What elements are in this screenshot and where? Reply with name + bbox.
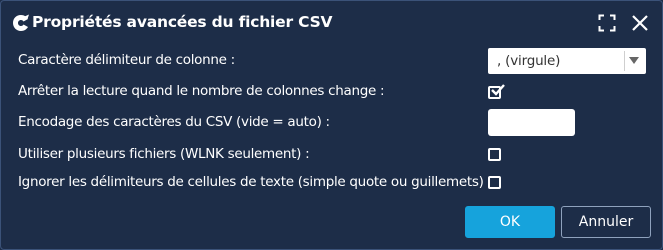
- stop-reading-checkbox[interactable]: [488, 84, 505, 99]
- delimiter-label: Caractère délimiteur de colonne :: [18, 52, 235, 68]
- checkmark-icon: [491, 84, 505, 96]
- dialog-titlebar[interactable]: Propriétés avancées du fichier CSV: [1, 1, 662, 45]
- multiple-files-checkbox[interactable]: [488, 148, 501, 161]
- select-divider: [624, 51, 625, 71]
- chevron-down-icon[interactable]: [629, 57, 639, 65]
- dialog-title: Propriétés avancées du fichier CSV: [32, 13, 333, 31]
- multiple-files-label: Utiliser plusieurs fichiers (WLNK seulem…: [18, 146, 310, 162]
- close-icon[interactable]: [631, 14, 649, 32]
- ignore-delimiters-label: Ignorer les délimiteurs de cellules de t…: [18, 174, 484, 190]
- cancel-button[interactable]: Annuler: [561, 206, 651, 238]
- ignore-delimiters-checkbox[interactable]: [488, 176, 501, 189]
- maximize-icon[interactable]: [598, 14, 616, 32]
- ok-button[interactable]: OK: [465, 206, 555, 238]
- delimiter-select-value: , (virgule): [497, 53, 561, 69]
- encoding-label: Encodage des caractères du CSV (vide = a…: [18, 114, 330, 130]
- csv-properties-dialog: Propriétés avancées du fichier CSV Carac…: [0, 0, 663, 250]
- delimiter-select[interactable]: , (virgule): [488, 48, 646, 74]
- app-logo-icon: [13, 14, 29, 31]
- stop-reading-label: Arrêter la lecture quand le nombre de co…: [18, 83, 385, 99]
- encoding-input[interactable]: [488, 109, 575, 136]
